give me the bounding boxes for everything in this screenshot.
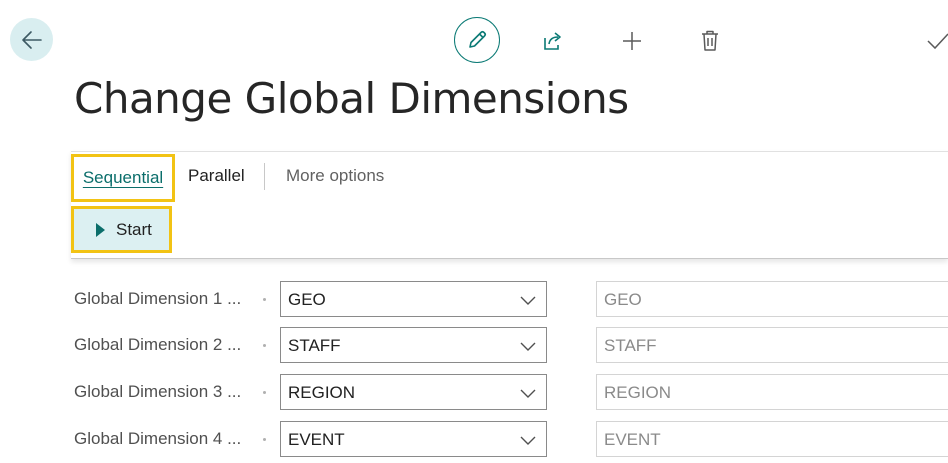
- dimension-2-current: STAFF: [596, 327, 948, 363]
- pencil-icon: [469, 30, 487, 48]
- dimension-label: Global Dimension 1 ...: [74, 289, 242, 308]
- dimension-3-value: REGION: [288, 383, 356, 402]
- field-dot: [263, 298, 266, 301]
- save-check-button[interactable]: [925, 28, 948, 54]
- dimension-row-1: Global Dimension 1 ... GEO GEO: [0, 281, 948, 317]
- tab-more-options[interactable]: More options: [286, 152, 384, 200]
- dimension-3-current-value: REGION: [604, 383, 672, 402]
- edit-button[interactable]: [454, 17, 500, 63]
- tab-parallel[interactable]: Parallel: [188, 152, 245, 200]
- dimension-4-current: EVENT: [596, 421, 948, 457]
- delete-button[interactable]: [697, 28, 723, 54]
- action-bar: Sequential Parallel More options Start: [71, 151, 948, 259]
- page-title: Change Global Dimensions: [74, 74, 629, 123]
- chevron-down-icon: [520, 436, 536, 445]
- dimension-1-value: GEO: [288, 290, 326, 309]
- dimension-1-current-value: GEO: [604, 290, 642, 309]
- back-button[interactable]: [10, 18, 53, 61]
- dimension-row-4: Global Dimension 4 ... EVENT EVENT: [0, 421, 948, 457]
- dimension-1-current: GEO: [596, 281, 948, 317]
- tab-sequential-label: Sequential: [82, 168, 164, 187]
- tab-divider: [264, 163, 265, 190]
- plus-icon: [623, 32, 641, 50]
- dimension-2-current-value: STAFF: [604, 336, 657, 355]
- dimension-row-3: Global Dimension 3 ... REGION REGION: [0, 374, 948, 410]
- back-arrow-icon: [21, 30, 42, 49]
- dimension-1-select[interactable]: GEO: [280, 281, 547, 317]
- dimension-label: Global Dimension 2 ...: [74, 335, 242, 354]
- dimension-4-value: EVENT: [288, 430, 345, 449]
- share-button[interactable]: [540, 28, 566, 54]
- dimension-2-value: STAFF: [288, 336, 341, 355]
- chevron-down-icon: [520, 296, 536, 305]
- dimension-3-select[interactable]: REGION: [280, 374, 547, 410]
- share-icon: [544, 32, 561, 50]
- chevron-down-icon: [520, 342, 536, 351]
- trash-icon: [702, 30, 718, 51]
- dimension-row-2: Global Dimension 2 ... STAFF STAFF: [0, 327, 948, 363]
- start-label: Start: [116, 219, 152, 239]
- dimension-4-current-value: EVENT: [604, 430, 661, 449]
- dimension-2-select[interactable]: STAFF: [280, 327, 547, 363]
- field-dot: [263, 344, 266, 347]
- chevron-down-icon: [520, 389, 536, 398]
- field-dot: [263, 391, 266, 394]
- start-button[interactable]: Start: [71, 206, 172, 253]
- tab-sequential[interactable]: Sequential: [71, 154, 175, 202]
- check-icon: [927, 33, 948, 50]
- new-button[interactable]: [619, 28, 645, 54]
- dimension-4-select[interactable]: EVENT: [280, 421, 547, 457]
- play-icon: [96, 222, 105, 237]
- dimension-3-current: REGION: [596, 374, 948, 410]
- dimension-label: Global Dimension 4 ...: [74, 429, 242, 448]
- field-dot: [263, 438, 266, 441]
- dimension-label: Global Dimension 3 ...: [74, 382, 242, 401]
